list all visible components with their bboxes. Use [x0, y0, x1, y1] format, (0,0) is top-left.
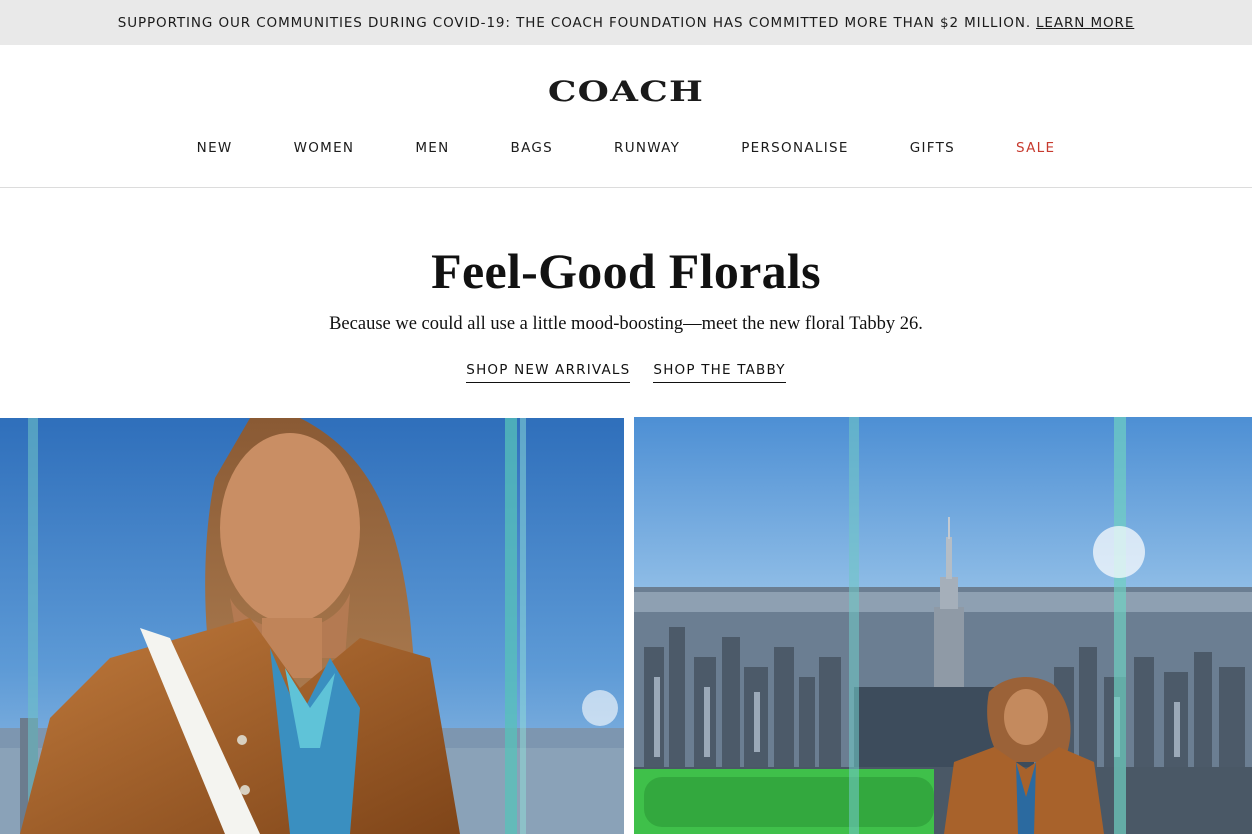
nav-personalise[interactable]: PERSONALISE: [741, 140, 848, 156]
hero-section: Feel-Good Florals Because we could all u…: [0, 188, 1252, 418]
nav-gifts[interactable]: GIFTS: [910, 140, 955, 156]
nav-men[interactable]: MEN: [415, 140, 449, 156]
learn-more-link[interactable]: LEARN MORE: [1036, 15, 1134, 31]
coach-logo[interactable]: COACH: [0, 75, 1252, 108]
hero-title: Feel-Good Florals: [431, 243, 821, 299]
hero-image-left[interactable]: [0, 418, 624, 834]
shop-new-arrivals-link[interactable]: SHOP NEW ARRIVALS: [466, 362, 631, 383]
nav-women[interactable]: WOMEN: [294, 140, 355, 156]
site-header: COACH NEW WOMEN MEN BAGS RUNWAY PERSONAL…: [0, 45, 1252, 188]
city-skyline-image: [634, 417, 1252, 834]
nav-sale[interactable]: SALE: [1016, 140, 1055, 156]
main-nav: NEW WOMEN MEN BAGS RUNWAY PERSONALISE GI…: [0, 140, 1252, 156]
hero-image-right[interactable]: [634, 417, 1252, 834]
nav-bags[interactable]: BAGS: [511, 140, 554, 156]
hero-cta-row: SHOP NEW ARRIVALS SHOP THE TABBY: [0, 362, 1252, 383]
shop-the-tabby-link[interactable]: SHOP THE TABBY: [653, 362, 786, 383]
promo-banner: SUPPORTING OUR COMMUNITIES DURING COVID-…: [0, 0, 1252, 45]
nav-runway[interactable]: RUNWAY: [614, 140, 680, 156]
promo-text: SUPPORTING OUR COMMUNITIES DURING COVID-…: [117, 14, 1032, 31]
nav-new[interactable]: NEW: [197, 140, 233, 156]
model-portrait-image: [0, 418, 624, 834]
hero-subtitle: Because we could all use a little mood-b…: [329, 314, 923, 334]
